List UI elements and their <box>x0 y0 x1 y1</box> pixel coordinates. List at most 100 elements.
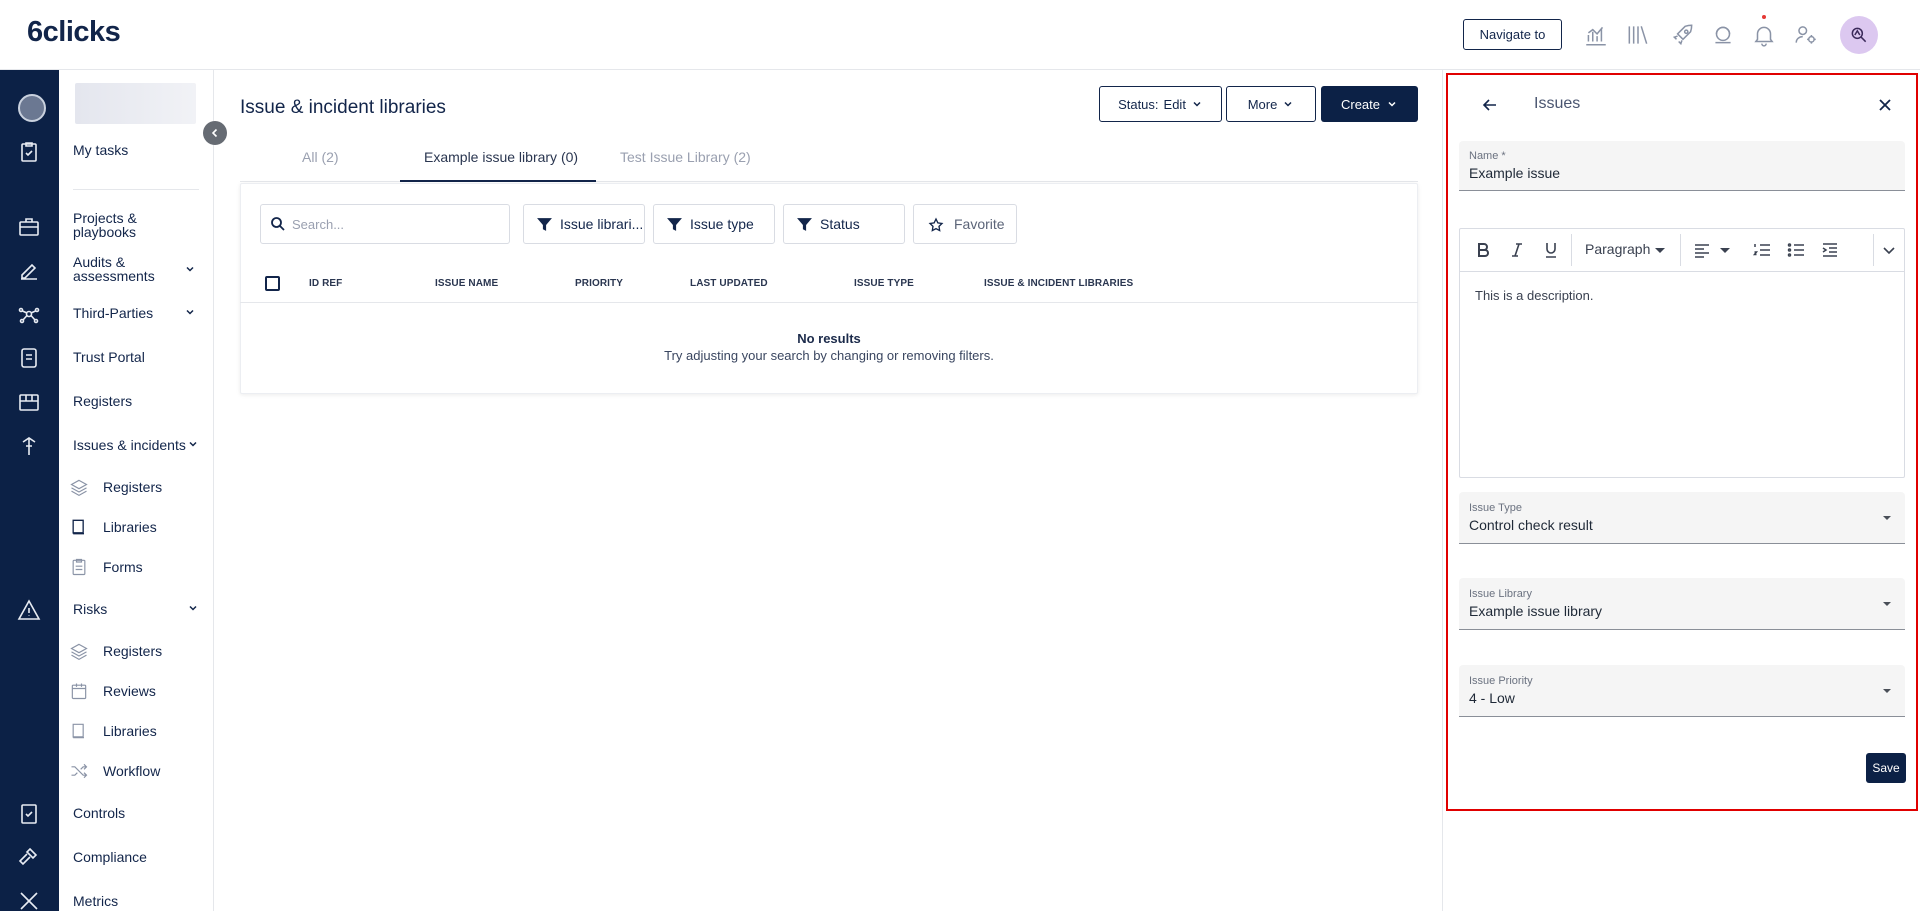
save-button[interactable]: Save <box>1866 753 1906 783</box>
briefcase-icon[interactable] <box>17 215 41 239</box>
bold-icon[interactable] <box>1473 240 1493 260</box>
issues-icon[interactable] <box>17 434 41 458</box>
issue-type-select[interactable]: Issue Type Control check result <box>1459 492 1905 544</box>
warning-icon[interactable] <box>17 598 41 622</box>
favorite-button[interactable]: Favorite <box>913 204 1017 244</box>
status-prefix: Status: <box>1118 96 1159 112</box>
filter-issue-libraries[interactable]: Issue librari... <box>523 204 645 244</box>
more-button[interactable]: More <box>1226 86 1316 122</box>
sidebar-item-forms[interactable]: Forms <box>103 559 143 575</box>
sidebar-item-reviews[interactable]: Reviews <box>103 683 156 699</box>
name-field[interactable]: Name * Example issue <box>1459 141 1905 191</box>
sidebar-divider <box>73 189 199 190</box>
sidebar-item-issues-incidents[interactable]: Issues & incidents <box>73 438 186 452</box>
sidebar-item-risk-libraries[interactable]: Libraries <box>103 723 157 739</box>
chevron-down-icon[interactable] <box>1879 240 1899 260</box>
select-all-checkbox[interactable] <box>265 276 280 291</box>
sidebar-item-my-tasks[interactable]: My tasks <box>73 143 128 157</box>
column-header-last-updated[interactable]: LAST UPDATED <box>690 278 768 289</box>
chevron-down-icon <box>1193 101 1201 107</box>
indent-icon[interactable] <box>1820 240 1840 260</box>
sidebar-item-compliance[interactable]: Compliance <box>73 850 147 864</box>
column-header-issue-type[interactable]: ISSUE TYPE <box>854 278 914 289</box>
tab-example-issue-library[interactable]: Example issue library (0) <box>424 149 578 165</box>
sidebar-item-risk-registers[interactable]: Registers <box>103 643 162 659</box>
sidebar-item-audits[interactable]: Audits & assessments <box>73 255 183 283</box>
column-header-issue-name[interactable]: ISSUE NAME <box>435 278 498 289</box>
controls-icon[interactable] <box>17 802 41 826</box>
book-icon <box>69 517 89 537</box>
book-icon <box>69 721 89 741</box>
toolbar-separator <box>1680 234 1681 266</box>
align-left-icon[interactable] <box>1692 240 1712 260</box>
library-icon[interactable] <box>1625 22 1651 48</box>
sidebar-item-registers[interactable]: Registers <box>73 394 132 408</box>
search-input[interactable] <box>292 213 502 235</box>
trust-icon[interactable] <box>17 346 41 370</box>
user-settings-icon[interactable] <box>1793 22 1819 48</box>
italic-icon[interactable] <box>1507 240 1527 260</box>
registers-icon[interactable] <box>17 390 41 414</box>
layers-icon <box>69 641 89 661</box>
status-value: Edit <box>1163 96 1186 112</box>
sidebar-item-third-parties[interactable]: Third-Parties <box>73 306 153 320</box>
analytics-icon[interactable] <box>1583 22 1609 48</box>
chevron-down-icon[interactable] <box>187 602 199 614</box>
caret-down-icon[interactable] <box>1653 240 1667 260</box>
sidebar-item-controls[interactable]: Controls <box>73 806 125 820</box>
more-label: More <box>1247 96 1278 112</box>
sidebar-item-risks[interactable]: Risks <box>73 602 107 616</box>
issue-library-select[interactable]: Issue Library Example issue library <box>1459 578 1905 630</box>
notification-dot <box>1762 15 1766 19</box>
column-header-libraries[interactable]: ISSUE & INCIDENT LIBRARIES <box>984 278 1133 289</box>
issue-priority-select[interactable]: Issue Priority 4 - Low <box>1459 665 1905 717</box>
calendar-icon <box>69 681 89 701</box>
filter-issue-type[interactable]: Issue type <box>653 204 775 244</box>
navigate-to-button[interactable]: Navigate to <box>1463 19 1562 50</box>
support-icon[interactable] <box>1710 22 1736 48</box>
underline-icon[interactable] <box>1541 240 1561 260</box>
search-icon <box>270 216 286 232</box>
back-arrow-icon[interactable] <box>1480 95 1500 115</box>
collapse-sidebar-button[interactable] <box>203 121 227 145</box>
description-text[interactable]: This is a description. <box>1475 288 1594 303</box>
filter-status[interactable]: Status <box>783 204 905 244</box>
column-header-id-ref[interactable]: ID REF <box>309 278 342 289</box>
sidebar-item-workflow[interactable]: Workflow <box>103 763 160 779</box>
hammer-icon[interactable] <box>17 845 41 869</box>
sidebar-item-projects[interactable]: Projects & playbooks <box>73 211 183 239</box>
sidebar-item-issue-libraries[interactable]: Libraries <box>103 519 157 535</box>
caret-down-icon[interactable] <box>1718 240 1732 260</box>
create-button[interactable]: Create <box>1321 86 1418 122</box>
toolbar-separator <box>1873 234 1874 266</box>
org-logo-placeholder <box>75 83 196 124</box>
tab-all[interactable]: All (2) <box>302 149 339 165</box>
top-bar: 6clicks Navigate to <box>0 0 1920 70</box>
sidebar-item-issue-registers[interactable]: Registers <box>103 479 162 495</box>
sidebar-item-trust-portal[interactable]: Trust Portal <box>73 350 145 364</box>
chevron-down-icon[interactable] <box>184 263 196 275</box>
logo[interactable]: 6clicks <box>27 16 121 49</box>
name-field-label: Name * <box>1469 150 1506 162</box>
org-avatar[interactable] <box>18 94 46 122</box>
tools-icon[interactable] <box>17 889 41 913</box>
bullet-list-icon[interactable] <box>1786 240 1806 260</box>
bell-icon[interactable] <box>1751 22 1777 48</box>
tasks-icon[interactable] <box>17 140 41 164</box>
edit-icon[interactable] <box>17 259 41 283</box>
sidebar-item-metrics[interactable]: Metrics <box>73 894 118 908</box>
empty-state-title: No results <box>797 331 861 346</box>
issue-type-value: Control check result <box>1469 517 1593 533</box>
status-button[interactable]: Status: Edit <box>1099 86 1222 122</box>
network-icon[interactable] <box>17 302 41 326</box>
close-icon[interactable] <box>1876 96 1894 114</box>
numbered-list-icon[interactable] <box>1752 240 1772 260</box>
paragraph-select[interactable]: Paragraph <box>1585 241 1650 257</box>
chevron-down-icon[interactable] <box>187 438 199 450</box>
column-header-priority[interactable]: PRIORITY <box>575 278 623 289</box>
chevron-down-icon[interactable] <box>184 306 196 318</box>
rocket-icon[interactable] <box>1670 22 1696 48</box>
tab-test-issue-library[interactable]: Test Issue Library (2) <box>620 149 751 165</box>
favorite-label: Favorite <box>954 216 1005 232</box>
avatar[interactable] <box>1840 16 1878 54</box>
